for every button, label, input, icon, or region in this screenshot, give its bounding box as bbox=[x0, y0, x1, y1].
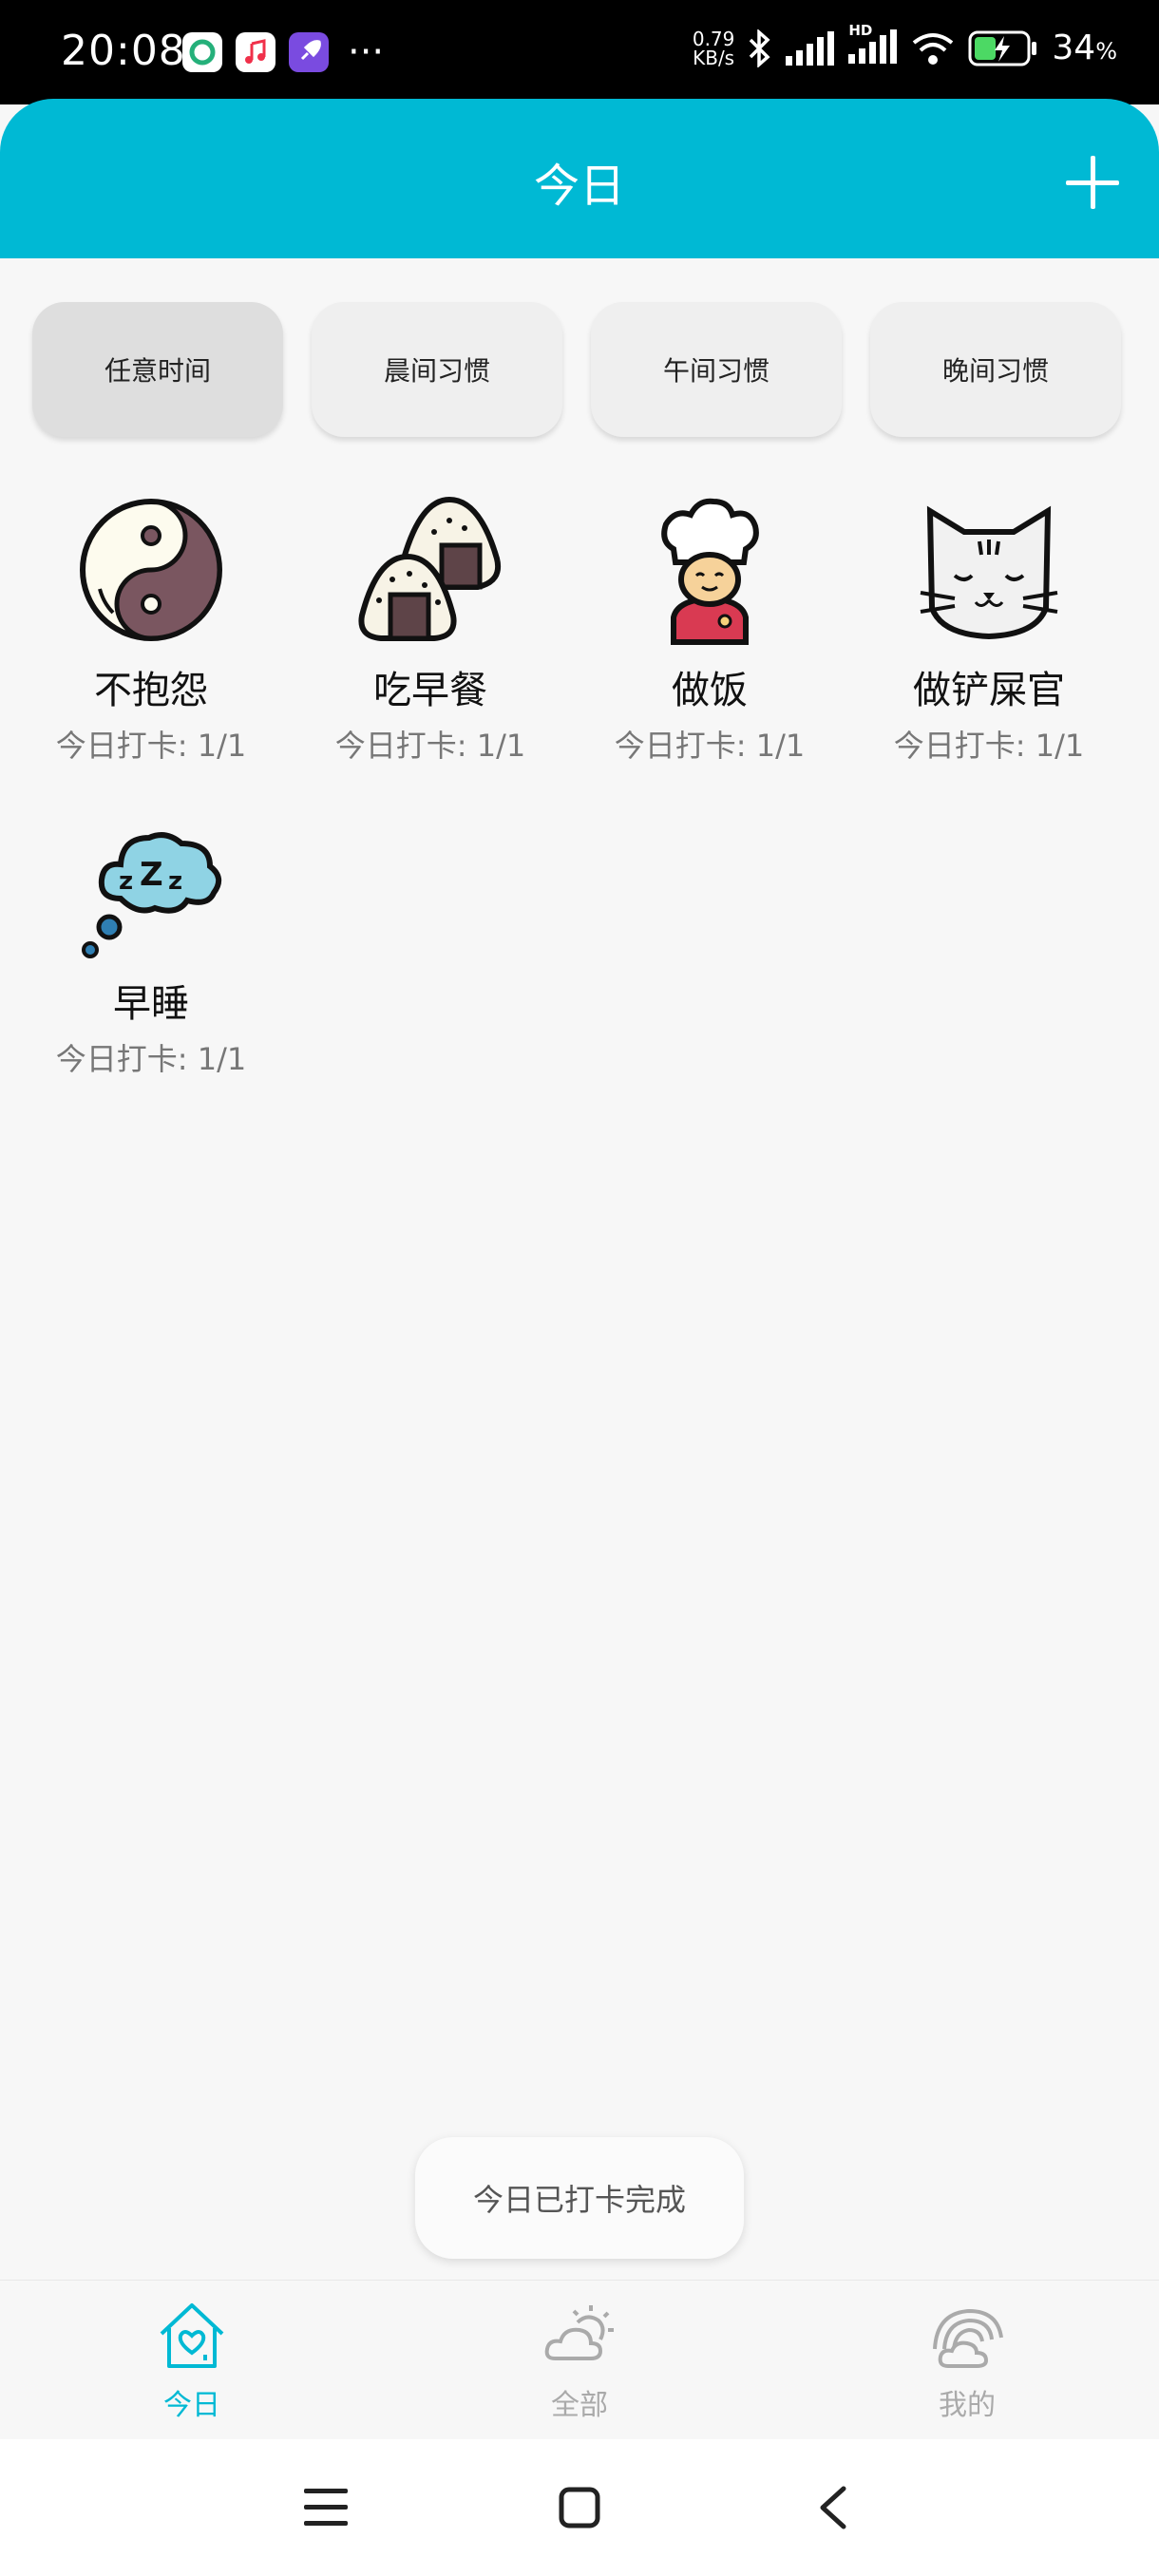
habit-item[interactable]: 吃早餐 今日打卡: 1/1 bbox=[291, 494, 570, 766]
habit-checkin-count: 今日打卡: 1/1 bbox=[55, 728, 247, 764]
nav-today[interactable]: 今日 bbox=[97, 2298, 287, 2423]
habit-item[interactable]: 做饭 今日打卡: 1/1 bbox=[570, 494, 849, 766]
status-indicators: 0.79 KB/s HD 34 % bbox=[692, 22, 1117, 69]
svg-text:z: z bbox=[119, 867, 133, 896]
habit-name: 早睡 bbox=[113, 982, 189, 1026]
app-header: 今日 bbox=[0, 99, 1159, 258]
battery-icon bbox=[968, 30, 1037, 66]
battery-percent: 34 % bbox=[1052, 28, 1117, 67]
menu-icon[interactable] bbox=[304, 2487, 348, 2529]
habit-checkin-count: 今日打卡: 1/1 bbox=[614, 728, 806, 764]
rice-ball-icon bbox=[358, 496, 501, 641]
habit-item[interactable]: 不抱怨 今日打卡: 1/1 bbox=[11, 494, 291, 766]
habit-checkin-count: 今日打卡: 1/1 bbox=[55, 1041, 247, 1077]
rainbow-cloud-icon bbox=[933, 2308, 1003, 2368]
notification-icons: ··· bbox=[182, 32, 384, 72]
habit-item[interactable]: 做铲屎官 今日打卡: 1/1 bbox=[849, 494, 1129, 766]
signal-hd-icon: HD bbox=[848, 22, 898, 67]
system-navigation-bar bbox=[0, 2439, 1159, 2576]
habit-item[interactable]: z Z z 早睡 今日打卡: 1/1 bbox=[11, 807, 291, 1079]
status-bar: 20:08 ··· 0.79 KB/s HD 34 % bbox=[0, 0, 1159, 104]
svg-text:Z: Z bbox=[140, 856, 163, 894]
habit-name: 做铲屎官 bbox=[913, 669, 1065, 712]
add-habit-button[interactable] bbox=[1066, 156, 1119, 209]
filter-morning[interactable]: 晨间习惯 bbox=[312, 302, 562, 437]
toast-message: 今日已打卡完成 bbox=[415, 2137, 744, 2259]
filter-evening[interactable]: 晚间习惯 bbox=[870, 302, 1121, 437]
app-notification-icon bbox=[182, 32, 222, 72]
nav-mine[interactable]: 我的 bbox=[872, 2298, 1062, 2423]
bluetooth-icon bbox=[750, 28, 770, 67]
more-notifications-icon: ··· bbox=[348, 30, 385, 74]
network-speed: 0.79 KB/s bbox=[692, 27, 735, 69]
filter-noon[interactable]: 午间习惯 bbox=[591, 302, 842, 437]
bottom-navigation: 今日 全部 我的 bbox=[0, 2280, 1159, 2440]
home-icon[interactable] bbox=[559, 2487, 600, 2529]
music-icon bbox=[236, 32, 276, 72]
sun-cloud-icon bbox=[544, 2305, 614, 2360]
habit-name: 做饭 bbox=[672, 669, 748, 712]
home-heart-icon bbox=[160, 2303, 224, 2368]
wifi-icon bbox=[913, 32, 954, 65]
nav-all[interactable]: 全部 bbox=[484, 2298, 674, 2423]
filter-any-time[interactable]: 任意时间 bbox=[32, 302, 283, 437]
habit-name: 不抱怨 bbox=[94, 669, 208, 712]
back-icon[interactable] bbox=[815, 2485, 849, 2530]
habit-checkin-count: 今日打卡: 1/1 bbox=[334, 728, 526, 764]
habit-checkin-count: 今日打卡: 1/1 bbox=[893, 728, 1085, 764]
page-title: 今日 bbox=[533, 160, 625, 213]
signal-icon bbox=[786, 30, 835, 66]
habit-name: 吃早餐 bbox=[373, 669, 487, 712]
yin-yang-icon bbox=[80, 499, 222, 641]
chef-icon bbox=[661, 498, 759, 645]
status-time: 20:08 bbox=[61, 27, 186, 75]
sleep-cloud-icon: z Z z bbox=[82, 832, 222, 958]
rocket-icon bbox=[289, 32, 329, 72]
cat-icon bbox=[920, 505, 1058, 640]
svg-text:z: z bbox=[168, 867, 182, 896]
time-filter-tabs: 任意时间 晨间习惯 午间习惯 晚间习惯 bbox=[32, 302, 1121, 437]
